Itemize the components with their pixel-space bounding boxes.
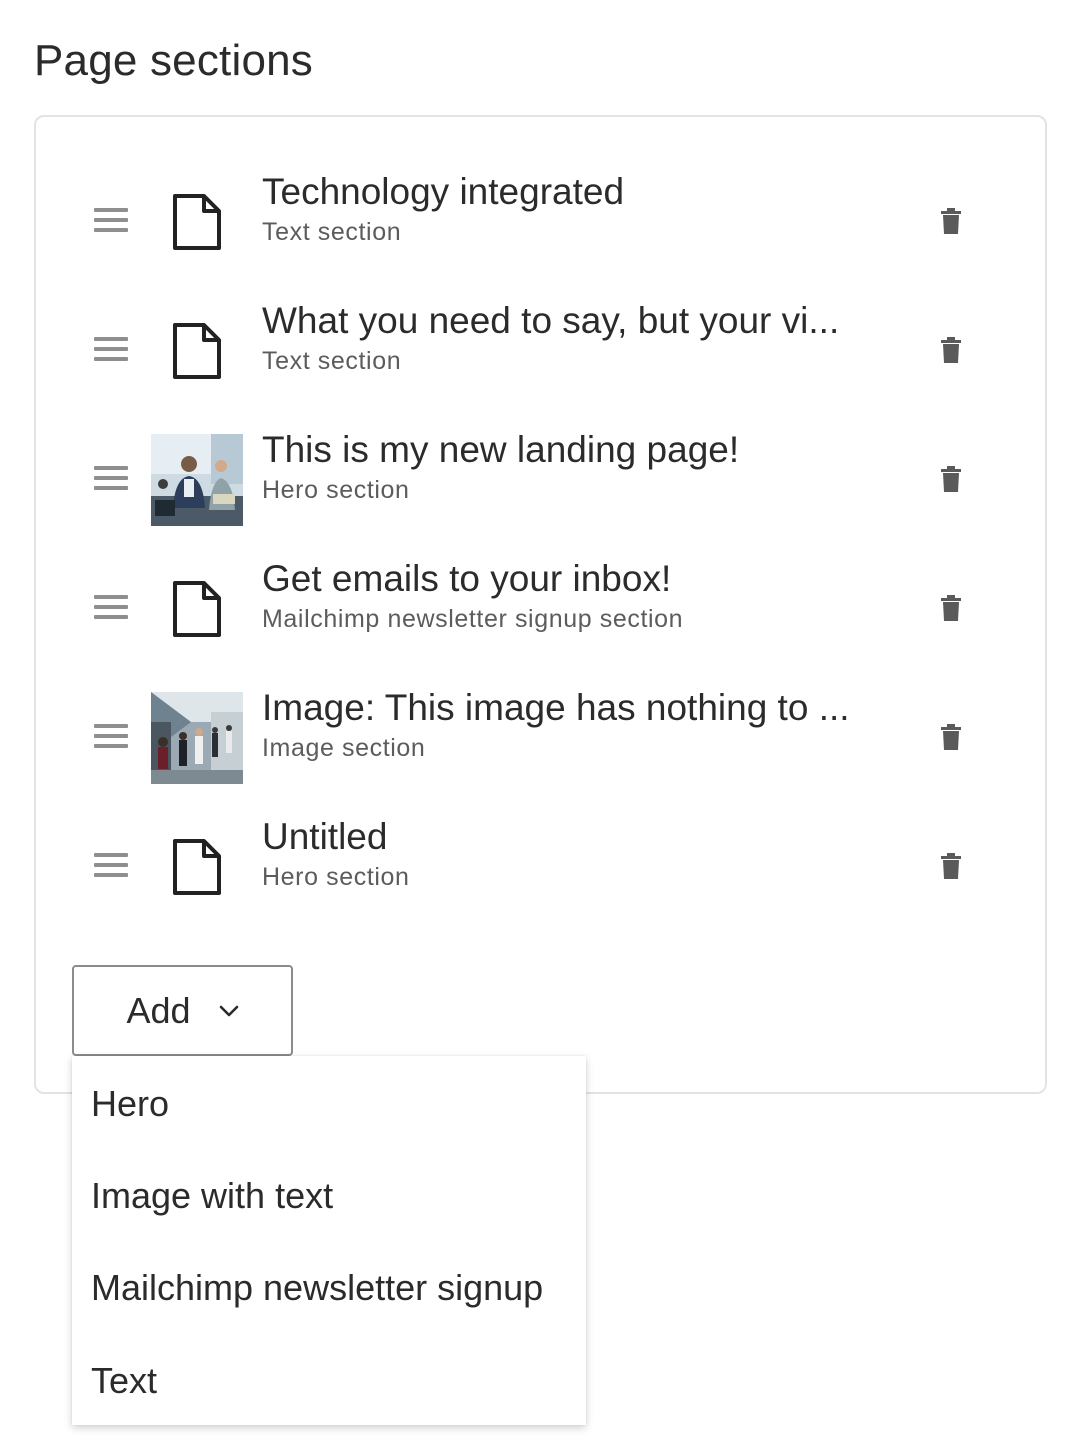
section-title: Untitled xyxy=(262,816,388,857)
section-row[interactable]: Image: This image has nothing to ... Ima… xyxy=(36,686,1045,796)
section-row[interactable]: Technology integrated Text section xyxy=(36,170,1045,280)
section-type: Hero section xyxy=(262,476,410,504)
section-title: Image: This image has nothing to ... xyxy=(262,687,850,728)
drag-handle-icon[interactable] xyxy=(94,335,128,365)
page-title: Page sections xyxy=(34,36,313,85)
chevron-down-icon xyxy=(219,1005,239,1017)
drag-handle-icon[interactable] xyxy=(94,464,128,494)
drag-handle-icon[interactable] xyxy=(94,851,128,881)
trash-icon[interactable] xyxy=(936,204,966,238)
section-row[interactable]: Untitled Hero section xyxy=(36,815,1045,925)
page-icon xyxy=(150,820,244,914)
page-icon xyxy=(150,175,244,269)
menu-item-image-with-text[interactable]: Image with text xyxy=(72,1150,586,1242)
trash-icon[interactable] xyxy=(936,720,966,754)
section-type: Mailchimp newsletter signup section xyxy=(262,605,684,633)
drag-handle-icon[interactable] xyxy=(94,722,128,752)
section-row[interactable]: Get emails to your inbox! Mailchimp news… xyxy=(36,557,1045,667)
trash-icon[interactable] xyxy=(936,333,966,367)
page: Page sections Technology integrated Text… xyxy=(0,0,1080,1452)
section-text: Image: This image has nothing to ... Ima… xyxy=(262,686,862,765)
photo-business-people xyxy=(150,433,244,527)
section-text: Untitled Hero section xyxy=(262,815,862,894)
trash-icon[interactable] xyxy=(936,591,966,625)
page-icon xyxy=(150,304,244,398)
drag-handle-icon[interactable] xyxy=(94,593,128,623)
photo-commuters xyxy=(150,691,244,785)
section-title: Technology integrated xyxy=(262,171,625,212)
section-type: Text section xyxy=(262,347,402,375)
sections-panel: Technology integrated Text section What … xyxy=(34,115,1047,1094)
drag-handle-icon[interactable] xyxy=(94,206,128,236)
section-type: Image section xyxy=(262,734,426,762)
section-title: Get emails to your inbox! xyxy=(262,558,672,599)
section-text: Get emails to your inbox! Mailchimp news… xyxy=(262,557,862,636)
page-icon xyxy=(150,562,244,656)
section-title: What you need to say, but your vi... xyxy=(262,300,840,341)
section-text: What you need to say, but your vi... Tex… xyxy=(262,299,862,378)
menu-item-text[interactable]: Text xyxy=(72,1335,586,1427)
section-title: This is my new landing page! xyxy=(262,429,740,470)
section-row[interactable]: What you need to say, but your vi... Tex… xyxy=(36,299,1045,409)
section-text: This is my new landing page! Hero sectio… xyxy=(262,428,862,507)
menu-item-mailchimp-newsletter-signup[interactable]: Mailchimp newsletter signup xyxy=(72,1242,586,1334)
menu-item-hero[interactable]: Hero xyxy=(72,1058,586,1150)
trash-icon[interactable] xyxy=(936,462,966,496)
add-section-button[interactable]: Add xyxy=(72,965,293,1056)
trash-icon[interactable] xyxy=(936,849,966,883)
section-type: Text section xyxy=(262,218,402,246)
add-button-label: Add xyxy=(126,989,191,1031)
section-text: Technology integrated Text section xyxy=(262,170,862,249)
section-row[interactable]: This is my new landing page! Hero sectio… xyxy=(36,428,1045,538)
section-type: Hero section xyxy=(262,863,410,891)
add-section-menu: Hero Image with text Mailchimp newslette… xyxy=(72,1056,586,1425)
